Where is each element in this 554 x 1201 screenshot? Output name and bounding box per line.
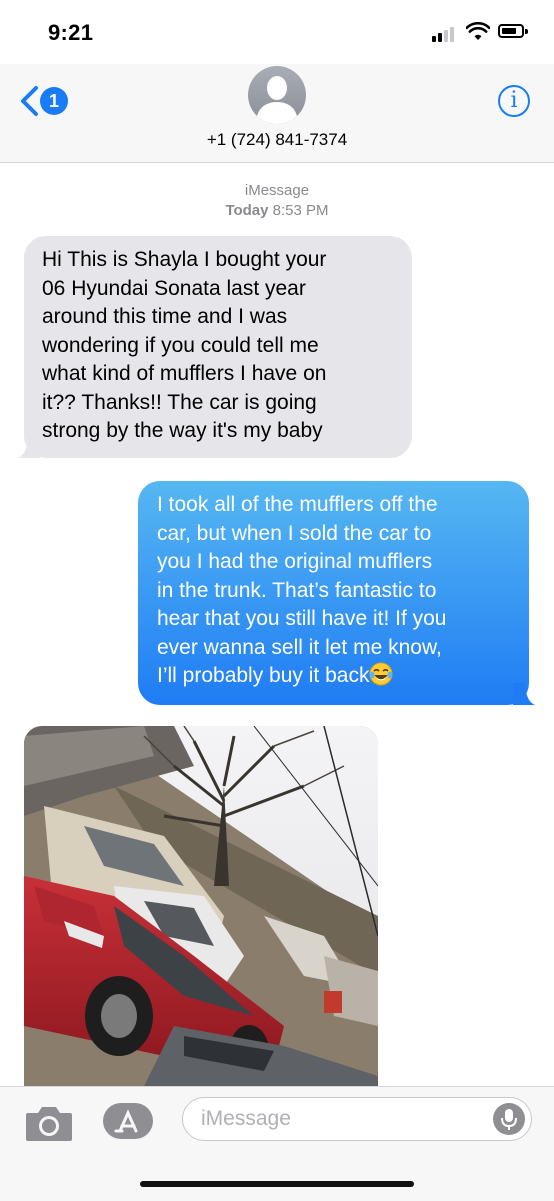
timestamp-day: Today <box>225 202 269 219</box>
microphone-icon <box>501 1109 517 1130</box>
message-line: it?? Thanks!! The car is going <box>42 390 317 414</box>
received-message-bubble[interactable]: Hi This is Shayla I bought your 06 Hyund… <box>18 236 412 458</box>
status-bar: 9:21 <box>0 0 554 64</box>
car-photo-image <box>24 726 378 1086</box>
app-store-icon[interactable] <box>102 1101 154 1141</box>
message-line: you I had the original mufflers <box>157 550 433 573</box>
signal-icon <box>432 26 458 42</box>
message-line: I took all of the mufflers off the <box>157 493 438 516</box>
camera-icon[interactable] <box>24 1103 74 1143</box>
message-line: around this time and I was <box>42 305 288 328</box>
service-label: iMessage <box>244 182 310 199</box>
message-line: 06 Hyundai Sonata last year <box>42 276 306 300</box>
message-line: Hi This is Shayla I bought your <box>42 248 327 271</box>
photo-message[interactable] <box>24 726 378 1086</box>
message-line: strong by the way it's my baby <box>42 419 323 442</box>
contact-avatar[interactable] <box>248 66 306 124</box>
info-button[interactable]: i <box>498 85 530 117</box>
home-indicator[interactable] <box>140 1181 414 1187</box>
message-line: car, but when I sold the car to <box>157 521 432 545</box>
message-line: ever wanna sell it let me know, <box>157 635 442 659</box>
message-line: what kind of mufflers I have on <box>42 362 327 385</box>
person-silhouette-icon <box>256 76 298 124</box>
message-line: in the trunk. That’s fantastic to <box>157 578 437 602</box>
message-text-input[interactable] <box>201 1104 481 1134</box>
status-time: 9:21 <box>48 20 94 45</box>
bubble-tail <box>18 435 40 458</box>
timestamp-time: 8:53 PM <box>272 202 329 219</box>
message-line-text: I’ll probably buy it back <box>157 664 370 687</box>
wifi-icon <box>466 22 490 40</box>
back-button[interactable]: 1 <box>18 83 74 119</box>
bubble-tail <box>513 682 535 705</box>
message-line: wondering if you could tell me <box>42 333 319 357</box>
tears-of-joy-emoji-icon <box>369 662 393 686</box>
message-timestamp: Today 8:53 PM <box>0 202 554 219</box>
conversation-header: 1 +1 (724) 841-7374 i <box>0 64 554 163</box>
battery-icon <box>498 24 528 38</box>
unread-count-badge: 1 <box>40 87 68 115</box>
dictation-button[interactable] <box>493 1103 525 1135</box>
message-line: I’ll probably buy it back <box>157 662 513 691</box>
message-input-field[interactable] <box>182 1097 532 1141</box>
contact-phone-number[interactable]: +1 (724) 841-7374 <box>0 130 554 150</box>
message-line: hear that you still have it! If you <box>157 607 447 630</box>
sent-message-bubble[interactable]: I took all of the mufflers off the car, … <box>138 481 535 705</box>
chevron-left-icon <box>21 86 38 116</box>
